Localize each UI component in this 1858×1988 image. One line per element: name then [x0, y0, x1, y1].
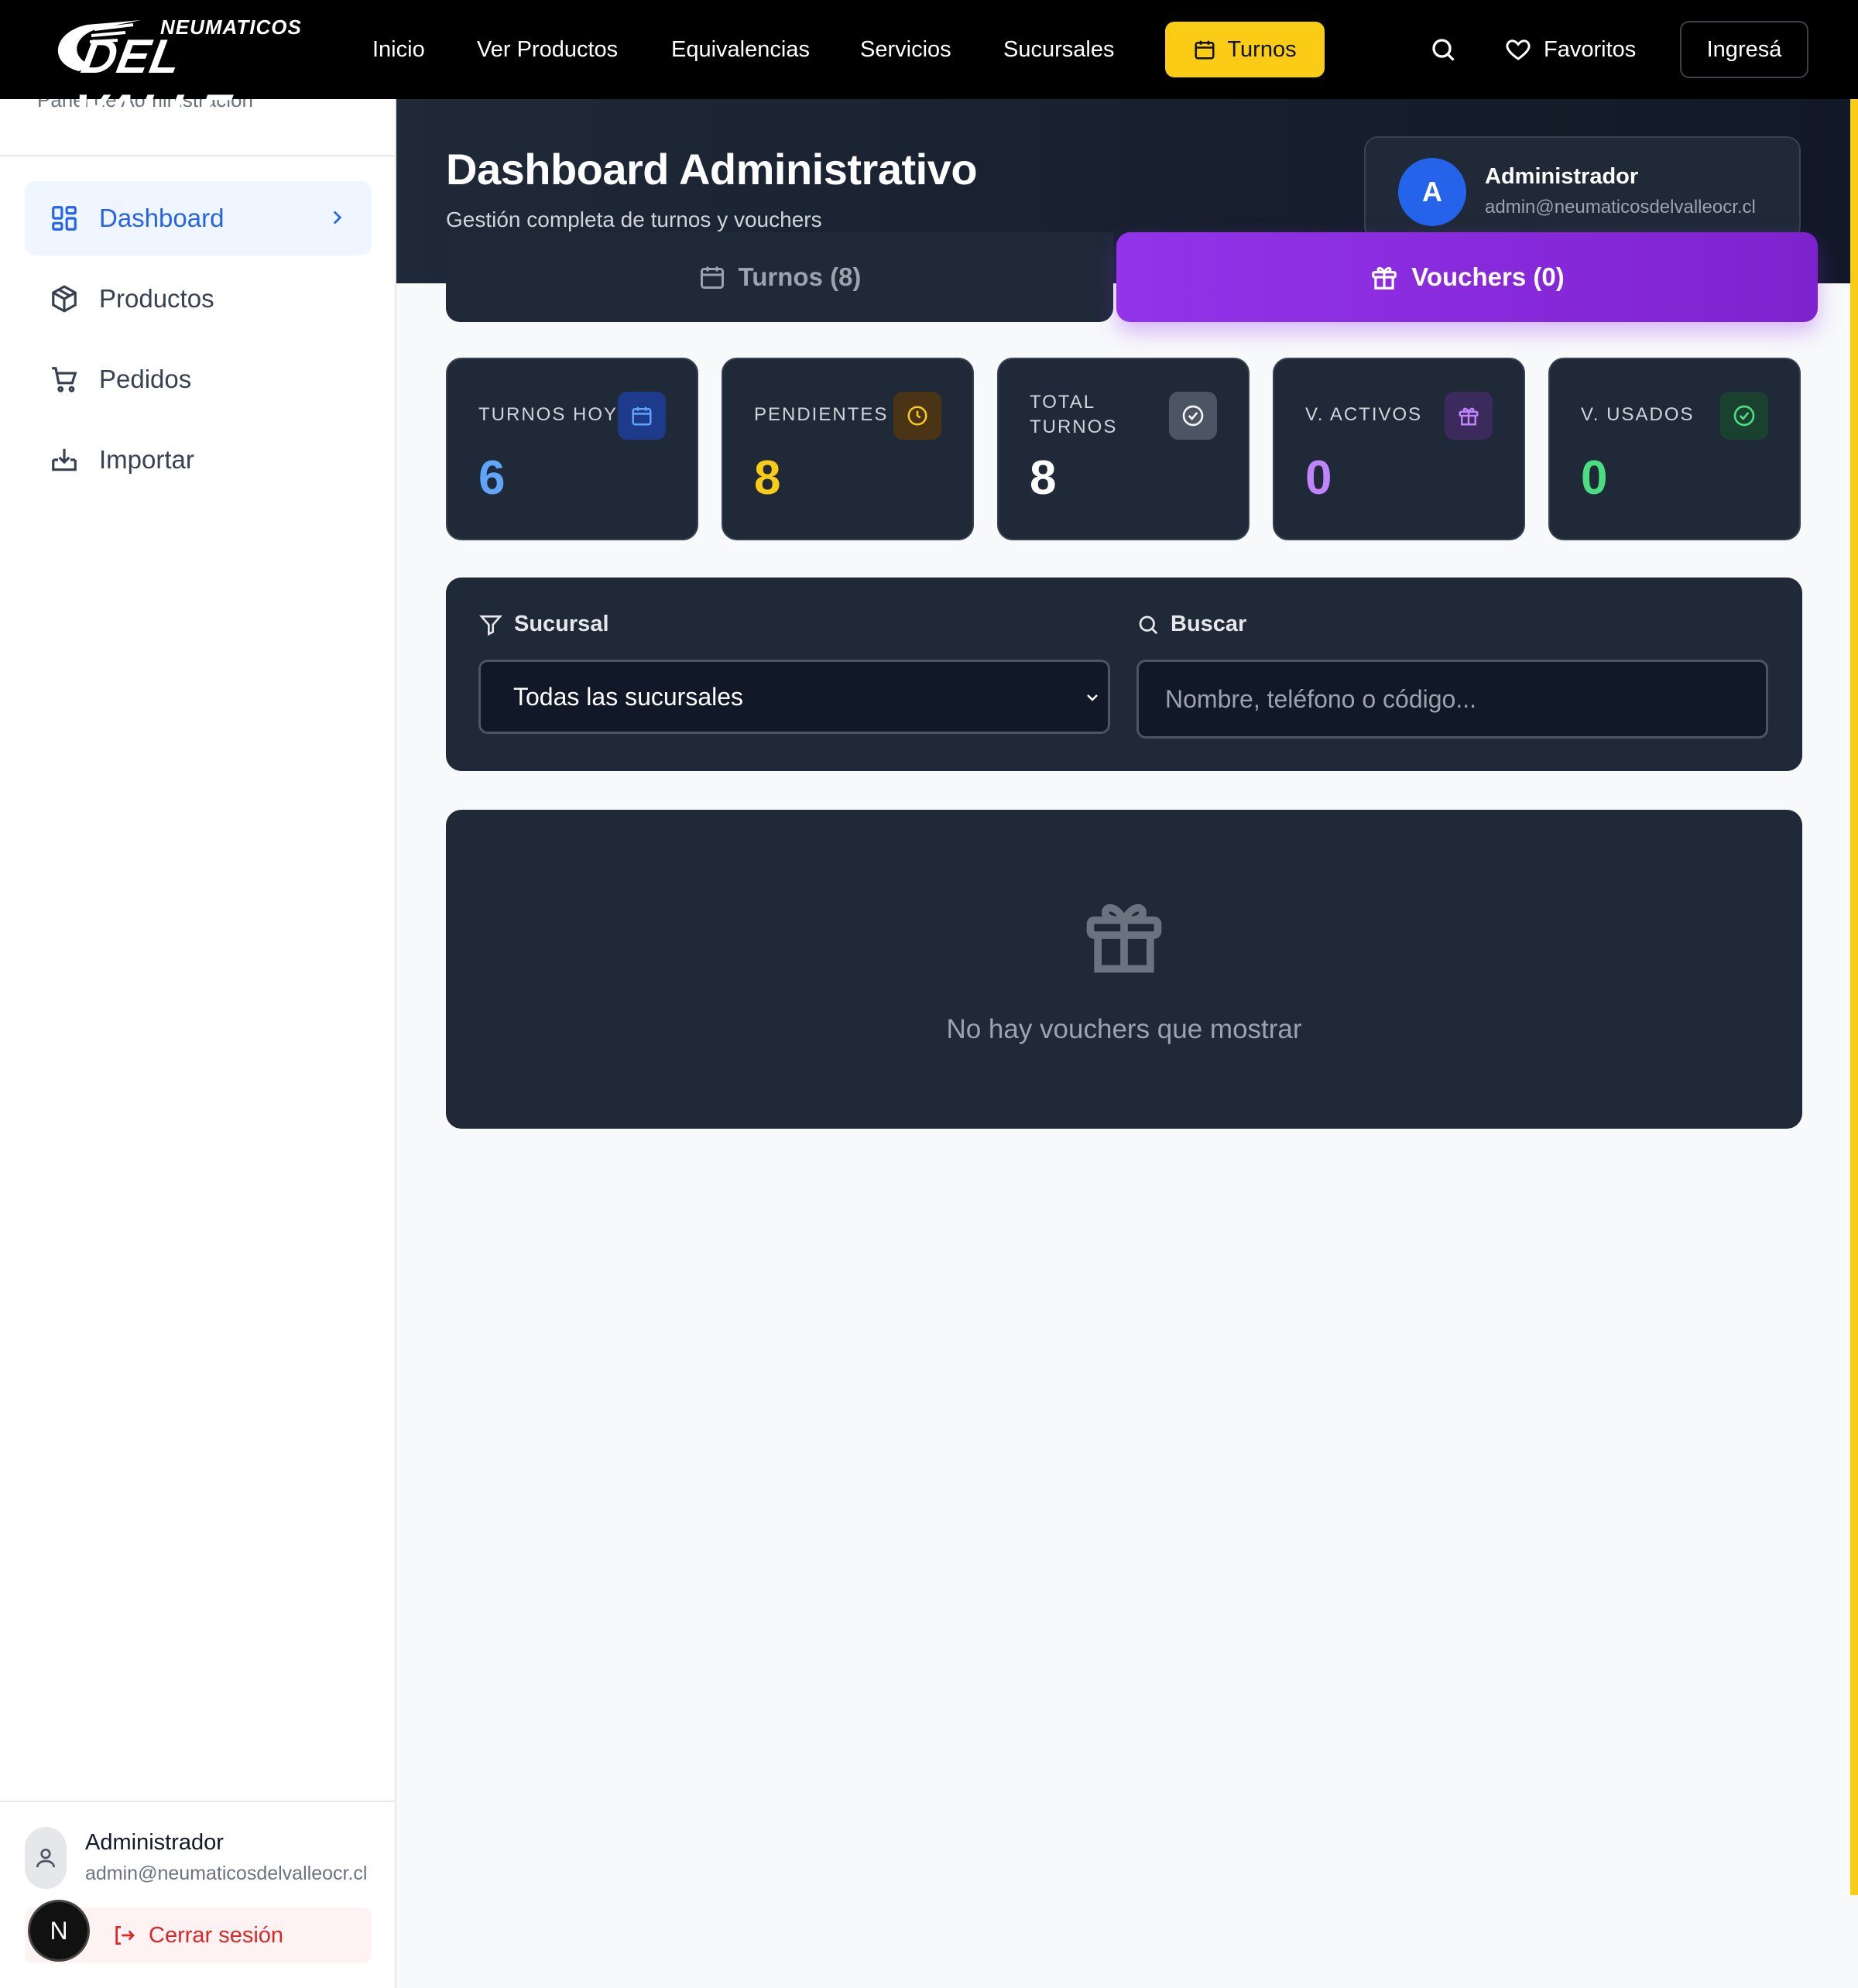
turnos-button-label: Turnos — [1227, 36, 1297, 62]
favoritos-button[interactable]: Favoritos — [1503, 31, 1636, 68]
stat-card-vouchers-usados: V. USADOS 0 — [1548, 358, 1801, 540]
stat-label: V. USADOS — [1581, 404, 1695, 425]
import-icon — [52, 448, 77, 471]
stat-card-turnos-hoy: TURNOS HOY 6 — [446, 358, 698, 540]
gift-icon — [1086, 903, 1162, 973]
nav-link-inicio[interactable]: Inicio — [372, 34, 425, 65]
gift-icon — [1459, 407, 1479, 426]
sidebar: Panel de Administración Dashboard Produc… — [0, 88, 396, 1988]
search-icon — [1139, 615, 1158, 634]
gift-icon — [1372, 266, 1397, 290]
clock-icon — [907, 406, 927, 426]
heart-icon — [1506, 39, 1531, 60]
tab-turnos-label: Turnos (8) — [738, 262, 862, 291]
page-subtitle: Gestión completa de turnos y vouchers — [446, 207, 822, 231]
stat-value: 6 — [478, 451, 506, 505]
tab-turnos[interactable]: Turnos (8) — [446, 232, 1113, 322]
filter-icon — [479, 615, 502, 636]
tab-vouchers[interactable]: Vouchers (0) — [1116, 232, 1818, 322]
chevron-down-icon — [1087, 694, 1098, 701]
stat-label: TOTAL TURNOS — [1030, 390, 1117, 440]
check-circle-icon — [1182, 405, 1204, 427]
sidebar-footer-divider — [0, 1801, 396, 1802]
brand-logo[interactable]: NEUMATICOS DEL VALLE — [48, 14, 301, 139]
brand-line2: DEL VALLE — [67, 30, 235, 139]
stat-value: 0 — [1581, 451, 1608, 505]
calendar-icon — [1195, 40, 1215, 60]
sucursal-filter-label: Sucursal — [478, 612, 609, 637]
dashboard-icon — [52, 206, 77, 231]
sidebar-item-label: Dashboard — [99, 204, 225, 232]
logout-icon — [115, 1926, 135, 1945]
sucursal-select-value: Todas las sucursales — [513, 682, 744, 711]
stat-label: TURNOS HOY — [478, 404, 619, 425]
search-button[interactable] — [1424, 31, 1462, 68]
user-icon — [36, 1849, 55, 1868]
calendar-icon — [632, 406, 652, 426]
search-icon — [1432, 39, 1455, 61]
calendar-icon — [700, 266, 724, 289]
accent-stripe — [1850, 99, 1858, 1895]
sidebar-item-label: Importar — [99, 445, 194, 474]
stat-card-vouchers-activos: V. ACTIVOS 0 — [1273, 358, 1525, 540]
stat-label-line2: TURNOS — [1030, 416, 1118, 437]
nav-link-ver-productos[interactable]: Ver Productos — [477, 34, 618, 65]
stat-icon-box — [1720, 392, 1768, 440]
tab-vouchers-label: Vouchers (0) — [1411, 262, 1565, 291]
sidebar-divider — [0, 155, 396, 156]
stat-value: 0 — [1305, 451, 1332, 505]
stat-value: 8 — [1030, 451, 1057, 505]
sidebar-user-email: admin@neumaticosdelvalleocr.cl — [85, 1863, 368, 1884]
stat-card-total-turnos: TOTAL TURNOS 8 — [997, 358, 1250, 540]
sidebar-item-pedidos[interactable]: Pedidos — [25, 342, 372, 416]
sucursal-label-text: Sucursal — [514, 612, 609, 636]
turnos-button[interactable]: Turnos — [1165, 22, 1325, 77]
empty-state-message: No hay vouchers que mostrar — [946, 1014, 1302, 1044]
nav-link-sucursales[interactable]: Sucursales — [1003, 34, 1114, 65]
stat-icon-box — [893, 392, 941, 440]
chevron-right-icon — [333, 211, 342, 225]
admin-email: admin@neumaticosdelvalleocr.cl — [1485, 197, 1756, 218]
stat-label: PENDIENTES — [754, 404, 889, 425]
n-badge-button[interactable]: N — [28, 1900, 90, 1962]
nav-link-equivalencias[interactable]: Equivalencias — [671, 34, 810, 65]
sidebar-item-dashboard[interactable]: Dashboard — [25, 181, 372, 255]
stat-label: V. ACTIVOS — [1305, 404, 1423, 425]
logout-label: Cerrar sesión — [149, 1922, 284, 1948]
top-navbar: NEUMATICOS DEL VALLE Inicio Ver Producto… — [0, 0, 1858, 139]
sidebar-item-productos[interactable]: Productos — [25, 262, 372, 336]
sidebar-user-avatar — [25, 1827, 67, 1889]
buscar-label-text: Buscar — [1171, 612, 1247, 636]
package-icon — [52, 285, 77, 313]
admin-name: Administrador — [1485, 164, 1639, 189]
sidebar-item-label: Productos — [99, 284, 214, 313]
nav-link-servicios[interactable]: Servicios — [860, 34, 951, 65]
login-button[interactable]: Ingresá — [1680, 21, 1808, 78]
stat-card-pendientes: PENDIENTES 8 — [722, 358, 974, 540]
stat-icon-box — [1445, 392, 1493, 440]
stat-icon-box — [1169, 392, 1217, 440]
sucursal-select[interactable]: Todas las sucursales — [478, 660, 1110, 734]
cart-icon — [52, 367, 77, 392]
admin-profile-card: A Administrador admin@neumaticosdelvalle… — [1364, 136, 1801, 240]
avatar: A — [1398, 158, 1466, 226]
stat-label-line1: TOTAL — [1030, 392, 1096, 413]
stat-value: 8 — [754, 451, 781, 505]
buscar-filter-label: Buscar — [1136, 612, 1246, 637]
sidebar-user-name: Administrador — [85, 1830, 224, 1855]
search-input[interactable] — [1136, 660, 1768, 739]
check-circle-icon — [1733, 405, 1755, 427]
stat-icon-box — [618, 392, 666, 440]
page-title: Dashboard Administrativo — [446, 145, 978, 194]
sidebar-item-importar[interactable]: Importar — [25, 423, 372, 497]
favoritos-label: Favoritos — [1544, 36, 1637, 62]
sidebar-item-label: Pedidos — [99, 365, 192, 393]
